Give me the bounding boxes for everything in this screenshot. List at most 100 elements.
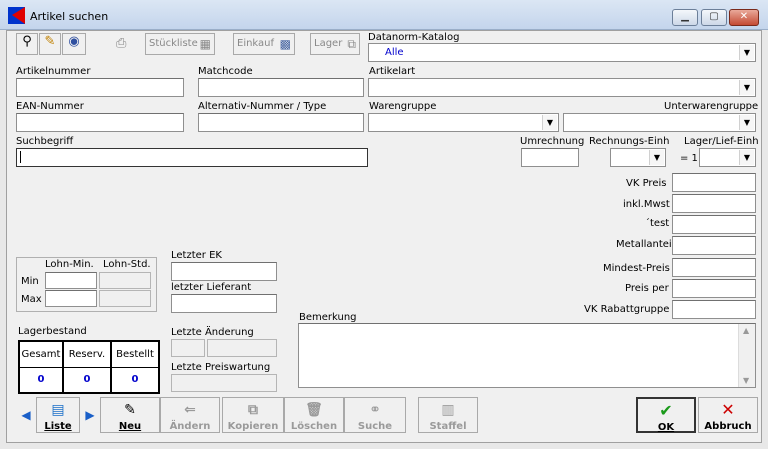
stueckliste-button[interactable]: Stückliste ▦ — [145, 33, 215, 55]
ok-button[interactable]: ✔ OK — [636, 397, 696, 433]
datanorm-select[interactable]: Alle ▼ — [368, 43, 756, 62]
copy-icon: ⧉ — [248, 402, 258, 418]
letzte-preiswartung-input — [171, 374, 277, 392]
kopieren-button[interactable]: ⧉ Kopieren — [222, 397, 284, 433]
letzter-ek-label: Letzter EK — [171, 250, 222, 261]
vk-rabattgruppe-label: VK Rabattgruppe — [584, 304, 670, 315]
vk-preis-label: VK Preis — [626, 178, 667, 189]
suche-button[interactable]: ⚭ Suche — [344, 397, 406, 433]
arrow-right-icon: ▶ — [85, 408, 95, 422]
warengruppe-select[interactable]: ▼ — [368, 113, 559, 132]
chevron-down-icon: ▼ — [739, 150, 754, 165]
lager-button[interactable]: Lager ⧉ — [310, 33, 360, 55]
umrechnung-input[interactable] — [521, 148, 579, 167]
prev-arrow-button[interactable]: ◀ — [16, 397, 36, 433]
eq1-label: = 1 — [680, 153, 698, 164]
lohn-min-row-label: Min — [21, 276, 39, 287]
matchcode-label: Matchcode — [198, 66, 253, 77]
einkauf-button[interactable]: Einkauf ▩ — [233, 33, 295, 55]
lager-lief-einh-label: Lager/Lief-Einh — [684, 136, 759, 147]
warengruppe-label: Warengruppe — [369, 101, 437, 112]
globe-icon: ◉ — [68, 34, 80, 49]
staffel-icon: ▥ — [441, 402, 455, 418]
ean-input[interactable] — [16, 113, 184, 132]
bemerkung-scrollbar[interactable]: ▲ ▼ — [738, 324, 755, 387]
preis-per-label: Preis per — [625, 283, 669, 294]
metallanteil-input[interactable] — [672, 236, 756, 255]
boxes-icon: ⧉ — [347, 37, 356, 51]
ean-label: EAN-Nummer — [16, 101, 84, 112]
rechnungs-einh-label: Rechnungs-Einh — [589, 136, 670, 147]
maximize-button[interactable]: ▢ — [701, 9, 727, 26]
metallanteil-label: Metallanteil — [616, 239, 675, 250]
info-button[interactable]: ◉ — [62, 33, 86, 55]
list-icon: ▦ — [199, 37, 211, 51]
unterwarengruppe-select[interactable]: ▼ — [563, 113, 756, 132]
lagerbestand-table: Gesamt Reserv. Bestellt 0 0 0 — [18, 340, 160, 394]
lohn-min-header: Lohn-Min. — [45, 259, 94, 270]
pencil-button[interactable]: ✎ — [39, 33, 61, 55]
window-title: Artikel suchen — [30, 10, 109, 23]
alternativ-input[interactable] — [198, 113, 364, 132]
lager-header-bestellt: Bestellt — [111, 341, 159, 368]
lohn-std-header: Lohn-Std. — [103, 259, 151, 270]
check-icon: ✔ — [659, 401, 673, 420]
neu-button[interactable]: ✎ Neu — [100, 397, 160, 433]
matchcode-input[interactable] — [198, 78, 364, 97]
artikelnummer-input[interactable] — [16, 78, 184, 97]
next-arrow-button[interactable]: ▶ — [80, 397, 100, 433]
letzte-aenderung-user — [207, 339, 277, 357]
lager-lief-einh-select[interactable]: ▼ — [699, 148, 756, 167]
lagerbestand-label: Lagerbestand — [18, 326, 87, 337]
scroll-up-icon[interactable]: ▲ — [743, 326, 749, 335]
chevron-down-icon: ▼ — [739, 115, 754, 130]
pencil-icon: ✎ — [44, 34, 56, 49]
lohn-min-min-input[interactable] — [45, 272, 97, 289]
lager-value-bestellt: 0 — [111, 367, 159, 393]
printer-icon[interactable]: ⎙ — [116, 36, 138, 52]
close-button[interactable]: ✕ — [729, 9, 759, 26]
umrechnung-label: Umrechnung — [520, 136, 585, 147]
rechnungs-einh-select[interactable]: ▼ — [610, 148, 666, 167]
minimize-button[interactable]: ▁ — [672, 9, 698, 26]
letzter-ek-input[interactable] — [171, 262, 277, 281]
mindest-preis-input[interactable] — [672, 258, 756, 277]
chevron-down-icon: ▼ — [649, 150, 664, 165]
trash-icon: 🗑 — [305, 402, 323, 418]
abbruch-button[interactable]: ✕ Abbruch — [698, 397, 758, 433]
mindest-preis-label: Mindest-Preis — [603, 263, 670, 274]
vk-rabattgruppe-input[interactable] — [672, 300, 756, 319]
magnifier-icon: ⚲ — [22, 34, 32, 49]
letzter-lieferant-label: letzter Lieferant — [171, 282, 252, 293]
chevron-down-icon: ▼ — [739, 45, 754, 60]
artikelart-label: Artikelart — [369, 66, 416, 77]
aendern-button[interactable]: ⇐ Ändern — [160, 397, 220, 433]
test-input[interactable] — [672, 215, 756, 234]
inkl-mwst-label: inkl.Mwst — [623, 199, 670, 210]
preis-per-input[interactable] — [672, 279, 756, 298]
chevron-down-icon: ▼ — [542, 115, 557, 130]
binoculars-icon: ⚭ — [369, 402, 381, 418]
lohn-std-min-input — [99, 272, 151, 289]
cart-icon: ▩ — [279, 37, 291, 51]
liste-button[interactable]: ▤ Liste — [36, 397, 80, 433]
lohn-max-row-label: Max — [21, 294, 42, 305]
bemerkung-textarea[interactable]: ▲ ▼ — [298, 323, 756, 388]
loeschen-button[interactable]: 🗑 Löschen — [284, 397, 344, 433]
suchbegriff-label: Suchbegriff — [16, 136, 74, 147]
scroll-down-icon[interactable]: ▼ — [743, 376, 749, 385]
letzter-lieferant-input[interactable] — [171, 294, 277, 313]
title-bar: Artikel suchen ▁ ▢ ✕ — [0, 0, 768, 30]
inkl-mwst-input[interactable] — [672, 194, 756, 213]
lohn-min-max-input[interactable] — [45, 290, 97, 307]
vk-preis-input[interactable] — [672, 173, 756, 192]
artikelnummer-label: Artikelnummer — [16, 66, 91, 77]
letzte-aenderung-label: Letzte Änderung — [171, 327, 254, 338]
artikelart-select[interactable]: ▼ — [368, 78, 756, 97]
unterwarengruppe-label: Unterwarengruppe — [664, 101, 759, 112]
edit-icon: ⇐ — [184, 402, 196, 418]
lager-value-reserv: 0 — [63, 367, 111, 393]
magnifier-button[interactable]: ⚲ — [16, 33, 38, 55]
staffel-button[interactable]: ▥ Staffel — [418, 397, 478, 433]
suchbegriff-input[interactable] — [16, 148, 368, 167]
